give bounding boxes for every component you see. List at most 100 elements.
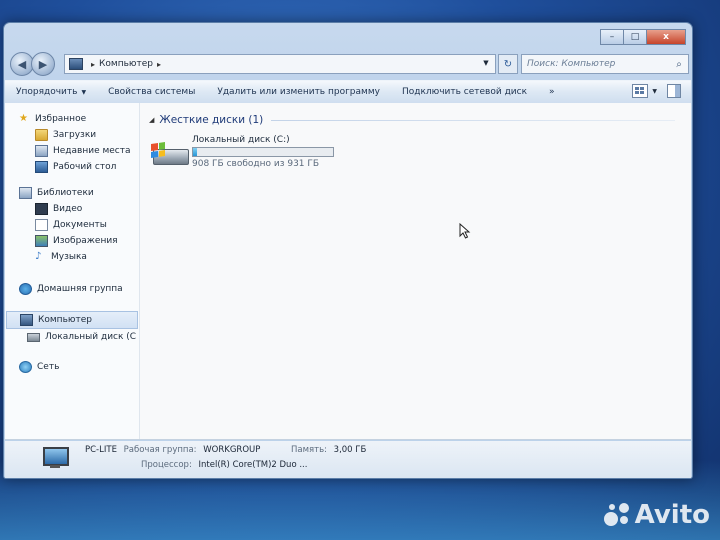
libraries-icon [19, 187, 32, 199]
sidebar-item-downloads[interactable]: Загрузки [5, 127, 139, 143]
local-disk-icon [151, 142, 189, 165]
cpu-value: Intel(R) Core(TM)2 Duo ... [198, 460, 308, 470]
downloads-folder-icon [35, 129, 48, 141]
view-dropdown-icon[interactable]: ▼ [652, 88, 657, 95]
address-bar[interactable]: ▸ Компьютер ▸ ▼ [64, 54, 496, 74]
hard-drive-icon [27, 332, 40, 342]
sidebar-item-music[interactable]: ♪ Музыка [5, 249, 139, 265]
sidebar-item-homegroup[interactable]: Домашняя группа [5, 281, 139, 297]
sidebar-label: Изображения [53, 236, 118, 246]
drive-usage-fill [193, 148, 197, 156]
group-header-label: Жесткие диски (1) [159, 114, 264, 126]
sidebar-item-video[interactable]: Видео [5, 201, 139, 217]
star-icon: ★ [19, 113, 28, 124]
memory-value: 3,00 ГБ [333, 445, 367, 455]
close-button[interactable]: x [646, 29, 686, 45]
back-arrow-icon: ◀ [17, 57, 27, 71]
sidebar-label: Документы [53, 220, 107, 230]
cpu-row: Процессор: Intel(R) Core(TM)2 Duo ... [141, 460, 307, 470]
file-list[interactable]: ◢ Жесткие диски (1) Локальный диск (C:) … [141, 103, 691, 439]
avito-watermark: Avito [603, 500, 710, 530]
sidebar-label: Рабочий стол [53, 162, 117, 172]
sidebar-label: Загрузки [53, 130, 97, 140]
search-icon[interactable]: ⌕ [673, 58, 685, 70]
computer-icon [20, 314, 33, 326]
pc-icon [39, 447, 69, 469]
organize-button[interactable]: Упорядочить ▼ [5, 87, 97, 97]
sidebar-label: Компьютер [38, 315, 92, 325]
sidebar-item-computer[interactable]: Компьютер [6, 311, 138, 329]
desktop-icon [35, 161, 48, 173]
breadcrumb-computer[interactable]: Компьютер [99, 59, 153, 69]
command-bar: Упорядочить ▼ Свойства системы Удалить ил… [5, 80, 691, 104]
collapse-triangle-icon[interactable]: ◢ [149, 116, 154, 124]
search-input[interactable]: Поиск: Компьютер ⌕ [521, 54, 689, 74]
more-commands-button[interactable]: » [538, 87, 566, 97]
group-header-hard-disks[interactable]: ◢ Жесткие диски (1) [149, 113, 675, 127]
uninstall-program-button[interactable]: Удалить или изменить программу [206, 87, 391, 97]
monitor-stand [50, 465, 60, 468]
workgroup-value: WORKGROUP [203, 445, 261, 455]
computer-icon [69, 58, 83, 70]
network-icon [19, 361, 32, 373]
drive-usage-bar [192, 147, 334, 157]
sidebar-label: Сеть [37, 362, 60, 372]
avito-logo-icon [603, 501, 631, 529]
preview-pane-icon[interactable] [667, 84, 681, 98]
mouse-cursor-icon [459, 223, 471, 239]
sidebar-label: Библиотеки [37, 188, 94, 198]
drive-name: Локальный диск (C:) [192, 135, 290, 145]
sidebar-label: Локальный диск (C [45, 332, 137, 342]
sidebar-item-recent-places[interactable]: Недавние места [5, 143, 139, 159]
music-note-icon: ♪ [35, 251, 42, 262]
caret-down-icon: ▼ [81, 89, 87, 96]
recent-places-icon [35, 145, 48, 157]
status-row-1: PC-LITE Рабочая группа: WORKGROUP [85, 445, 260, 455]
change-view-icon[interactable] [632, 84, 649, 98]
search-placeholder: Поиск: Компьютер [527, 59, 616, 69]
sidebar-item-pictures[interactable]: Изображения [5, 233, 139, 249]
breadcrumb-chevron-icon[interactable]: ▸ [157, 60, 161, 69]
refresh-button[interactable]: ↻ [498, 54, 518, 74]
sidebar-item-network[interactable]: Сеть [5, 359, 139, 375]
address-dropdown-icon[interactable]: ▼ [479, 56, 493, 70]
monitor-screen [43, 447, 69, 466]
forward-button[interactable]: ▶ [31, 52, 55, 76]
window-controls: – □ x [600, 29, 686, 45]
cpu-label: Процессор: [141, 460, 192, 470]
memory-label: Память: [291, 445, 327, 455]
video-icon [35, 203, 48, 215]
maximize-button[interactable]: □ [623, 29, 647, 45]
documents-icon [35, 219, 48, 231]
map-network-drive-button[interactable]: Подключить сетевой диск [391, 87, 538, 97]
sidebar-item-desktop[interactable]: Рабочий стол [5, 159, 139, 175]
forward-arrow-icon: ▶ [38, 57, 48, 71]
drive-tile-c[interactable]: Локальный диск (C:) 908 ГБ свободно из 9… [151, 135, 351, 175]
sidebar-label: Избранное [35, 114, 87, 124]
navigation-bar: ◀ ▶ ▸ Компьютер ▸ ▼ ↻ Поиск: Компьютер ⌕ [10, 51, 689, 77]
sidebar-label: Недавние места [53, 146, 131, 156]
homegroup-icon [19, 283, 32, 295]
breadcrumb-separator-icon: ▸ [91, 59, 96, 69]
system-properties-button[interactable]: Свойства системы [97, 87, 206, 97]
view-controls: ▼ [624, 84, 681, 98]
organize-label: Упорядочить [16, 87, 78, 97]
windows-logo-icon [151, 142, 165, 158]
sidebar-label: Музыка [51, 252, 87, 262]
minimize-button[interactable]: – [600, 29, 624, 45]
avito-wordmark: Avito [634, 500, 710, 530]
navigation-pane: ★ Избранное Загрузки Недавние места Рабо… [5, 103, 140, 439]
details-pane: PC-LITE Рабочая группа: WORKGROUP Память… [5, 441, 691, 478]
sidebar-item-favorites[interactable]: ★ Избранное [5, 111, 139, 127]
pictures-icon [35, 235, 48, 247]
sidebar-item-documents[interactable]: Документы [5, 217, 139, 233]
sidebar-item-local-disk[interactable]: Локальный диск (C [5, 329, 139, 345]
memory-row: Память: 3,00 ГБ [291, 445, 366, 455]
sidebar-item-libraries[interactable]: Библиотеки [5, 185, 139, 201]
refresh-icon: ↻ [503, 58, 513, 70]
group-divider [271, 119, 675, 121]
explorer-window[interactable]: – □ x ◀ ▶ ▸ Компьютер ▸ ▼ ↻ Поиск: Компь… [3, 22, 693, 479]
